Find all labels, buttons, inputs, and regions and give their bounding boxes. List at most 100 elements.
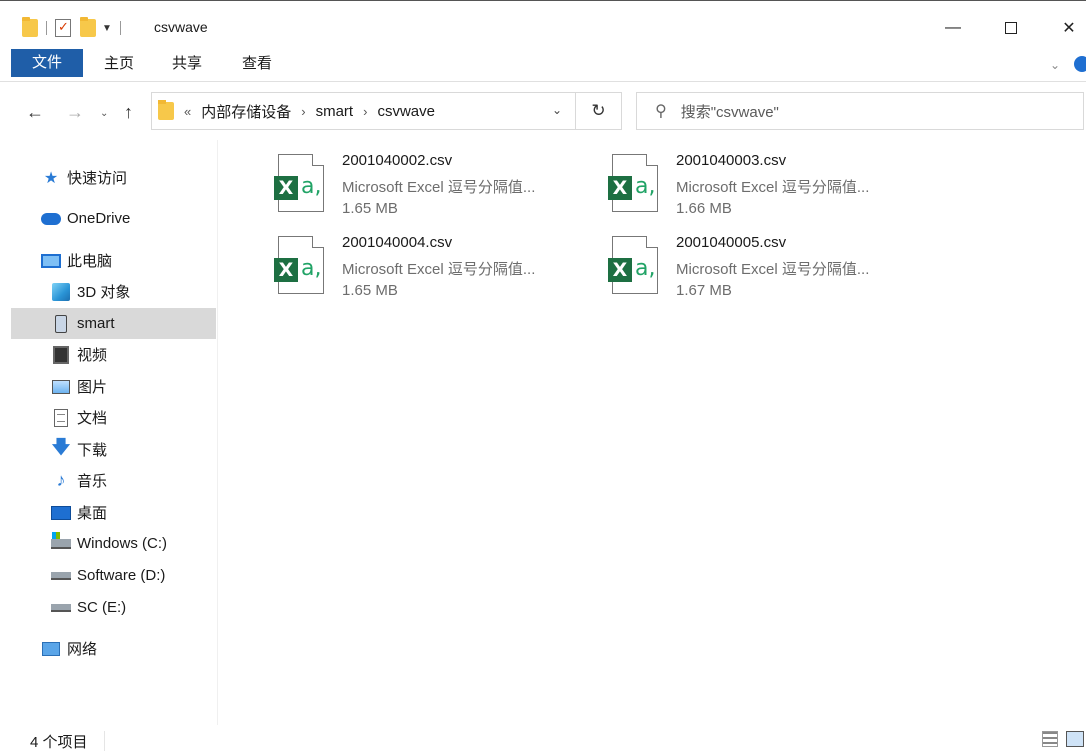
tab-share[interactable]: 共享 — [158, 49, 216, 79]
sidebar-item-label: 图片 — [77, 379, 108, 396]
sidebar-item-pictures[interactable]: 图片 — [11, 371, 216, 402]
excel-csv-icon: Xa, — [274, 236, 326, 294]
sidebar-item-network[interactable]: 网络 — [11, 633, 216, 664]
sidebar-item-label: OneDrive — [67, 210, 131, 227]
breadcrumb-csvwave[interactable]: csvwave — [377, 103, 435, 120]
address-bar[interactable]: « 内部存储设备 › smart › csvwave ⌄ — [151, 92, 576, 130]
divider — [119, 21, 121, 35]
search-input[interactable]: 搜索"csvwave" — [681, 101, 779, 122]
search-icon: ⚲ — [655, 103, 667, 120]
expand-ribbon-icon[interactable]: ⌄ — [1050, 58, 1060, 72]
breadcrumb-overflow[interactable]: « — [184, 104, 191, 119]
search-box[interactable]: ⚲ 搜索"csvwave" — [636, 92, 1084, 130]
file-type: Microsoft Excel 逗号分隔值... — [676, 261, 870, 278]
details-view-icon[interactable] — [1042, 731, 1058, 747]
sidebar-item-onedrive[interactable]: OneDrive — [11, 203, 216, 234]
sidebar-item-smart[interactable]: smart — [11, 308, 216, 339]
download-icon: 🡇 — [51, 436, 71, 457]
tab-view[interactable]: 查看 — [228, 49, 286, 79]
sidebar-item-drive-d[interactable]: Software (D:) — [11, 560, 216, 591]
file-name: 2001040002.csv — [342, 152, 453, 169]
chevron-down-icon[interactable]: ⌄ — [552, 103, 562, 117]
sidebar-item-label: 文档 — [77, 410, 108, 427]
breadcrumb-internal-storage[interactable]: 内部存储设备 — [201, 101, 291, 122]
sidebar-item-quick-access[interactable]: ★ 快速访问 — [11, 162, 216, 193]
file-tile[interactable]: Xa, 2001040005.csv Microsoft Excel 逗号分隔值… — [608, 234, 928, 312]
item-count: 4 个项目 — [30, 734, 88, 751]
documents-icon — [54, 408, 68, 427]
navigation-pane: ★ 快速访问 OneDrive 此电脑 3D 对象 smart 视频 图片 文档… — [0, 140, 218, 725]
folder-icon — [158, 100, 174, 120]
maximize-button[interactable] — [988, 11, 1034, 45]
file-type: Microsoft Excel 逗号分隔值... — [342, 261, 536, 278]
drive-icon — [51, 571, 71, 580]
file-size: 1.66 MB — [676, 200, 732, 217]
file-size: 1.67 MB — [676, 282, 732, 299]
navigation-bar: ← → ⌄ ↑ « 内部存储设备 › smart › csvwave ⌄ ↻ ⚲… — [0, 82, 1086, 140]
drive-icon — [51, 603, 71, 612]
quick-access-toolbar: ▼ — [22, 17, 129, 39]
maximize-icon — [1005, 22, 1017, 34]
recent-locations-icon[interactable]: ⌄ — [100, 108, 108, 119]
desktop-icon — [51, 505, 71, 520]
file-list: Xa, 2001040002.csv Microsoft Excel 逗号分隔值… — [220, 140, 1086, 725]
file-tile[interactable]: Xa, 2001040003.csv Microsoft Excel 逗号分隔值… — [608, 152, 928, 230]
help-icon[interactable] — [1074, 56, 1086, 72]
sidebar-item-label: 桌面 — [77, 505, 108, 522]
properties-icon[interactable] — [55, 19, 71, 37]
close-button[interactable]: ✕ — [1046, 11, 1086, 45]
sidebar-item-label: SC (E:) — [77, 599, 127, 616]
file-tile[interactable]: Xa, 2001040004.csv Microsoft Excel 逗号分隔值… — [274, 234, 594, 312]
sidebar-item-label: Software (D:) — [77, 567, 166, 584]
refresh-button[interactable]: ↻ — [576, 92, 622, 130]
sidebar-item-documents[interactable]: 文档 — [11, 402, 216, 433]
sidebar-item-videos[interactable]: 视频 — [11, 339, 216, 370]
sidebar-item-3d-objects[interactable]: 3D 对象 — [11, 276, 216, 307]
sidebar-item-label: 快速访问 — [67, 170, 128, 187]
sidebar-item-music[interactable]: ♪ 音乐 — [11, 465, 216, 496]
up-button[interactable]: ↑ — [124, 102, 133, 123]
forward-button[interactable]: → — [66, 102, 84, 123]
sidebar-item-drive-c[interactable]: Windows (C:) — [11, 528, 216, 559]
pictures-icon — [52, 379, 70, 394]
ribbon: 文件 主页 共享 查看 ⌄ — [0, 46, 1086, 82]
chevron-right-icon[interactable]: › — [363, 104, 367, 119]
excel-csv-icon: Xa, — [274, 154, 326, 212]
sidebar-item-label: Windows (C:) — [77, 535, 168, 552]
folder-icon — [22, 17, 38, 37]
sidebar-item-label: 网络 — [67, 641, 98, 658]
sidebar-item-drive-e[interactable]: SC (E:) — [11, 592, 216, 623]
sidebar-item-label: 3D 对象 — [77, 284, 131, 301]
breadcrumb-smart[interactable]: smart — [316, 103, 354, 120]
sidebar-item-label: 下载 — [77, 442, 108, 459]
back-button[interactable]: ← — [26, 102, 44, 123]
tab-file[interactable]: 文件 — [11, 49, 83, 77]
chevron-right-icon[interactable]: › — [301, 104, 305, 119]
excel-csv-icon: Xa, — [608, 154, 660, 212]
star-icon: ★ — [43, 169, 59, 187]
title-bar: ▼ csvwave — ✕ — [0, 0, 1086, 46]
file-type: Microsoft Excel 逗号分隔值... — [342, 179, 536, 196]
large-icons-view-icon[interactable] — [1066, 731, 1084, 747]
divider — [104, 731, 105, 751]
3d-objects-icon — [52, 282, 70, 301]
minimize-button[interactable]: — — [930, 11, 976, 45]
status-bar: 4 个项目 — [0, 725, 1086, 756]
new-folder-icon[interactable] — [80, 17, 96, 37]
sidebar-item-desktop[interactable]: 桌面 — [11, 497, 216, 528]
sidebar-item-label: 音乐 — [77, 473, 108, 490]
file-tile[interactable]: Xa, 2001040002.csv Microsoft Excel 逗号分隔值… — [274, 152, 594, 230]
sidebar-item-downloads[interactable]: 🡇 下载 — [11, 434, 216, 465]
windows-drive-icon — [51, 531, 71, 549]
music-icon: ♪ — [56, 470, 66, 490]
file-name: 2001040004.csv — [342, 234, 453, 251]
sidebar-item-this-pc[interactable]: 此电脑 — [11, 245, 216, 276]
tab-home[interactable]: 主页 — [90, 49, 148, 79]
cloud-icon — [41, 212, 61, 225]
file-size: 1.65 MB — [342, 200, 398, 217]
video-icon — [53, 345, 69, 364]
file-size: 1.65 MB — [342, 282, 398, 299]
file-name: 2001040005.csv — [676, 234, 787, 251]
phone-device-icon — [55, 314, 67, 333]
customize-toolbar-icon[interactable]: ▼ — [102, 23, 112, 34]
